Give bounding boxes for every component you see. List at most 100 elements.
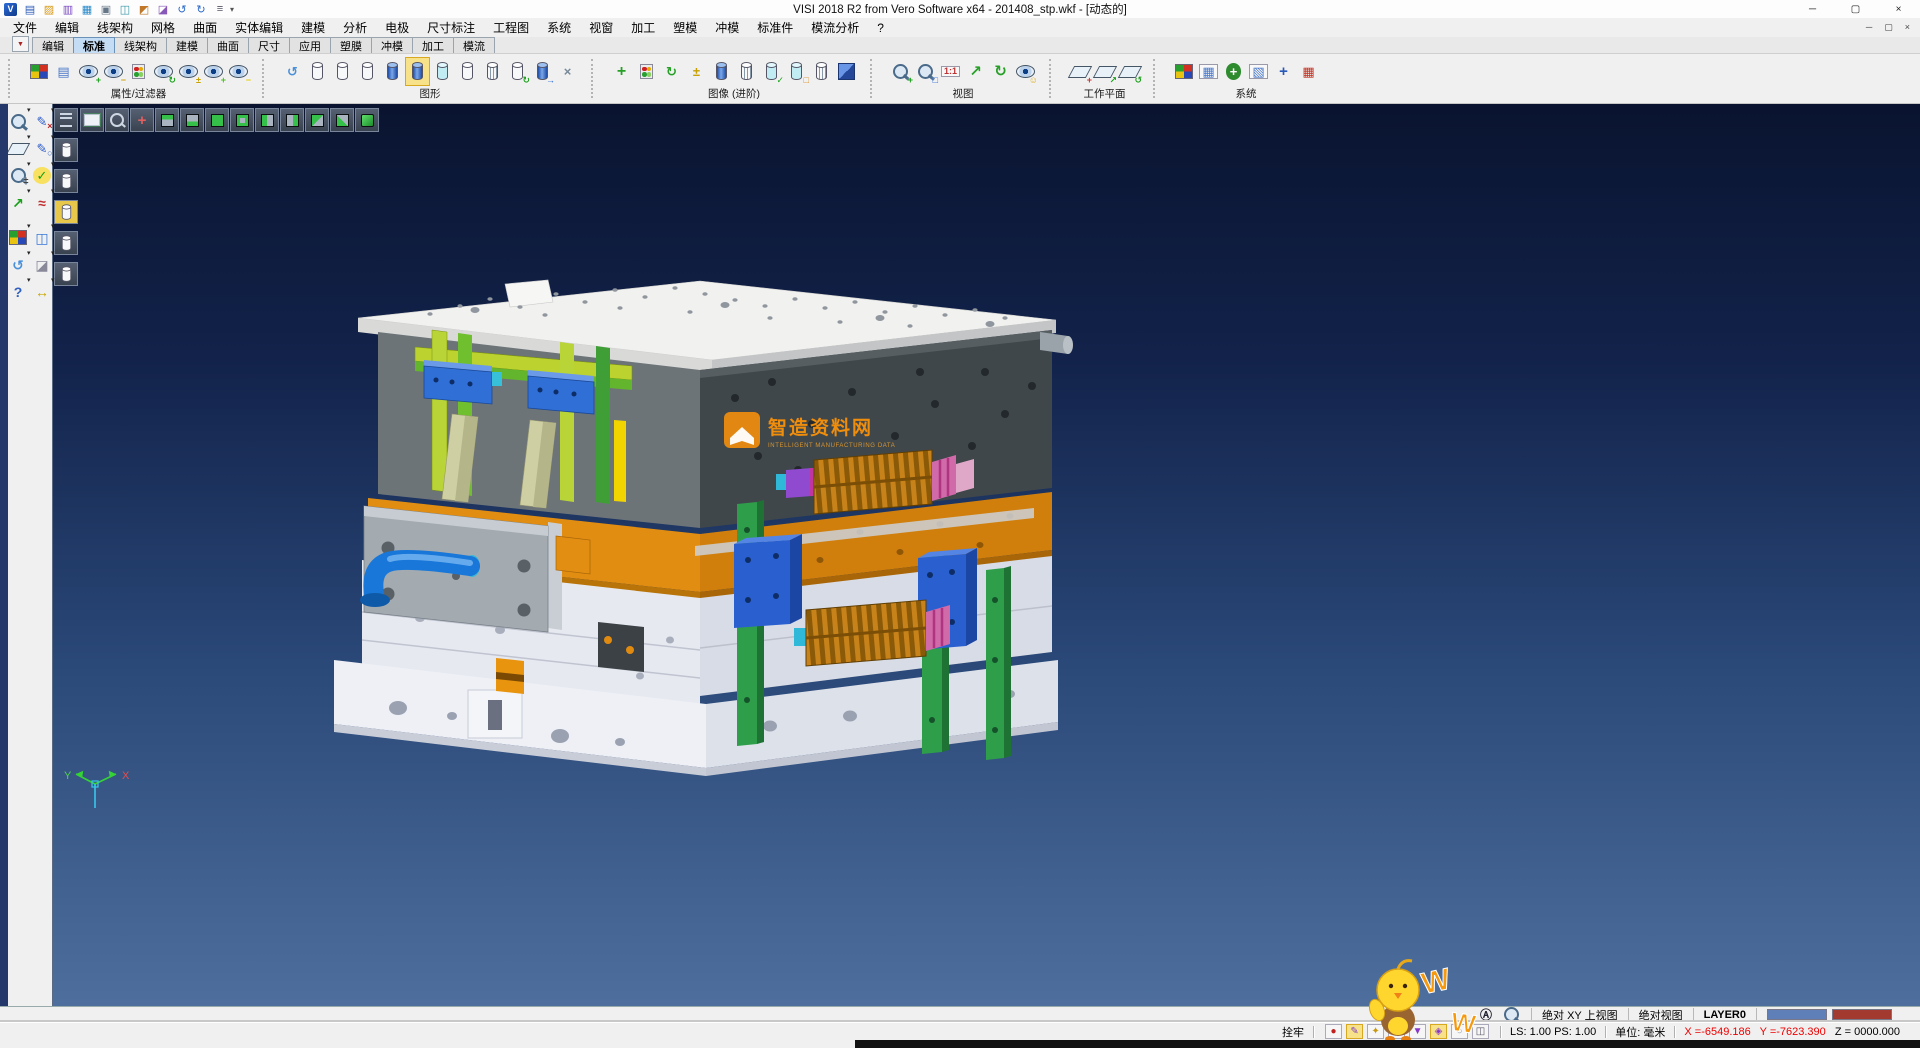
zoom-previous-icon[interactable] [9, 112, 28, 131]
tab-3[interactable]: 建模 [166, 37, 208, 53]
cylinder-shaded-icon[interactable] [381, 58, 404, 85]
menu-item-11[interactable]: 系统 [538, 18, 580, 37]
attributes-palette-icon[interactable] [27, 58, 50, 85]
system-globe-icon[interactable]: + [1222, 58, 1245, 85]
tab-7[interactable]: 塑膜 [330, 37, 372, 53]
zoom-in-icon[interactable]: + [889, 58, 912, 85]
view-right-icon[interactable] [280, 108, 304, 132]
menu-item-13[interactable]: 加工 [622, 18, 664, 37]
window-tools-icon[interactable]: ▧ [1247, 58, 1270, 85]
save-icon[interactable]: ▥ [60, 2, 76, 17]
modify-circle-icon[interactable]: ✎○ [33, 139, 52, 158]
menu-item-2[interactable]: 线架构 [88, 18, 142, 37]
tab-9[interactable]: 加工 [412, 37, 454, 53]
workplane-set-icon[interactable]: ↗ [1093, 58, 1116, 85]
help-icon[interactable]: ? [9, 282, 28, 301]
view-iso-back-icon[interactable] [330, 108, 354, 132]
preview-icon[interactable]: ◫ [117, 2, 133, 17]
tab-6[interactable]: 应用 [289, 37, 331, 53]
image-cylinder-striped-icon[interactable] [735, 58, 758, 85]
minimize-button[interactable]: ─ [1791, 0, 1834, 18]
units-indicator[interactable]: 单位: 毫米 [1615, 1024, 1665, 1040]
record-lock-icon[interactable]: ● [1325, 1024, 1342, 1039]
ucs-axis-icon[interactable]: ↗ [9, 193, 28, 212]
viewport-axis-icon[interactable]: + [130, 108, 154, 132]
confirm-checkbox-icon[interactable]: ✓ [33, 166, 52, 185]
menu-item-16[interactable]: 标准件 [748, 18, 802, 37]
image-toggle-icon[interactable]: ± [685, 58, 708, 85]
zoom-solid-icon[interactable]: ± [9, 166, 28, 185]
measure-icon[interactable]: ↔ [33, 282, 52, 301]
layer-strip-item-1[interactable] [54, 138, 78, 162]
export-icon[interactable]: ◪ [155, 2, 171, 17]
cylinder-transparent-icon[interactable] [431, 58, 454, 85]
cylinder-wireframe-icon[interactable] [306, 58, 329, 85]
menu-item-14[interactable]: 塑模 [664, 18, 706, 37]
viewport-zoom-icon[interactable] [105, 108, 129, 132]
menu-item-10[interactable]: 工程图 [484, 18, 538, 37]
refresh-visibility-eye-icon[interactable]: ↻ [152, 58, 175, 85]
print-icon[interactable]: ▣ [98, 2, 114, 17]
image-cylinder-solid-icon[interactable] [710, 58, 733, 85]
save-all-icon[interactable]: ▦ [79, 2, 95, 17]
hide-all-eye-icon[interactable]: − [227, 58, 250, 85]
plane-view-icon[interactable] [9, 139, 28, 158]
viewport-3d[interactable] [52, 104, 1920, 1006]
view-mode-indicator[interactable]: 绝对 XY 上视图 [1531, 1008, 1628, 1022]
grid-red-icon[interactable]: ▦ [1297, 58, 1320, 85]
new-file-icon[interactable]: ▤ [22, 2, 38, 17]
show-all-eye-icon[interactable]: + [202, 58, 225, 85]
pan-view-icon[interactable]: ↗ [964, 58, 987, 85]
recent-list-icon[interactable]: ≡ [212, 2, 228, 17]
tab-0[interactable]: 编辑 [32, 37, 74, 53]
child-minimize-button[interactable]: ─ [1866, 22, 1872, 33]
view-back-icon[interactable] [230, 108, 254, 132]
maximize-button[interactable]: ▢ [1834, 0, 1877, 18]
viewport-plane-icon[interactable] [80, 108, 104, 132]
redo-icon[interactable]: ↻ [193, 2, 209, 17]
show-add-eye-icon[interactable]: + [77, 58, 100, 85]
menu-item-17[interactable]: 模流分析 [802, 18, 868, 37]
absolute-view-indicator[interactable]: 绝对视图 [1628, 1008, 1693, 1022]
view-left-icon[interactable] [255, 108, 279, 132]
smiley-eye-icon[interactable]: ☺ [1014, 58, 1037, 85]
display-window-icon[interactable]: ▦ [1197, 58, 1220, 85]
workplane-align-icon[interactable]: ↺ [1118, 58, 1141, 85]
toggle-visibility-eye-icon[interactable]: ± [177, 58, 200, 85]
menu-item-5[interactable]: 实体编辑 [226, 18, 292, 37]
child-restore-button[interactable]: ▢ [1884, 22, 1893, 33]
window-blue-icon[interactable]: ◫ [33, 228, 52, 247]
child-close-button[interactable]: × [1905, 22, 1910, 33]
menu-item-1[interactable]: 编辑 [46, 18, 88, 37]
tab-5[interactable]: 尺寸 [248, 37, 290, 53]
tab-1[interactable]: 标准 [73, 37, 115, 53]
image-cylinder-valid-icon[interactable]: ✓ [760, 58, 783, 85]
menu-item-0[interactable]: 文件 [4, 18, 46, 37]
view-shaded-icon[interactable] [355, 108, 379, 132]
cylinder-dashed-icon[interactable] [356, 58, 379, 85]
color-palette-icon[interactable] [1172, 58, 1195, 85]
layer-color-swatch[interactable] [1767, 1009, 1827, 1020]
view-bottom-icon[interactable] [180, 108, 204, 132]
view-iso-icon[interactable] [305, 108, 329, 132]
menu-item-12[interactable]: 视窗 [580, 18, 622, 37]
cylinder-hidden-line-icon[interactable] [331, 58, 354, 85]
close-button[interactable]: × [1877, 0, 1920, 18]
quick-access-dropdown-icon[interactable]: ▾ [230, 5, 234, 14]
open-file-icon[interactable]: ▨ [41, 2, 57, 17]
tab-2[interactable]: 线架构 [114, 37, 167, 53]
menu-item-6[interactable]: 建模 [292, 18, 334, 37]
zoom-window-icon[interactable]: □ [914, 58, 937, 85]
regen-view-icon[interactable]: ↺ [9, 255, 28, 274]
view-front-icon[interactable] [205, 108, 229, 132]
import-icon[interactable]: ◩ [136, 2, 152, 17]
menu-item-18[interactable]: ? [868, 18, 893, 37]
hide-remove-eye-icon[interactable]: − [102, 58, 125, 85]
image-refresh-icon[interactable]: ↻ [660, 58, 683, 85]
select-hand-icon[interactable]: + [1272, 58, 1295, 85]
menu-item-8[interactable]: 电极 [376, 18, 418, 37]
copy-attributes-icon[interactable]: ▤ [52, 58, 75, 85]
image-cylinder-tag-icon[interactable]: □ [785, 58, 808, 85]
toolbar-drag-handle[interactable] [8, 59, 16, 98]
cylinder-flat-icon[interactable] [456, 58, 479, 85]
